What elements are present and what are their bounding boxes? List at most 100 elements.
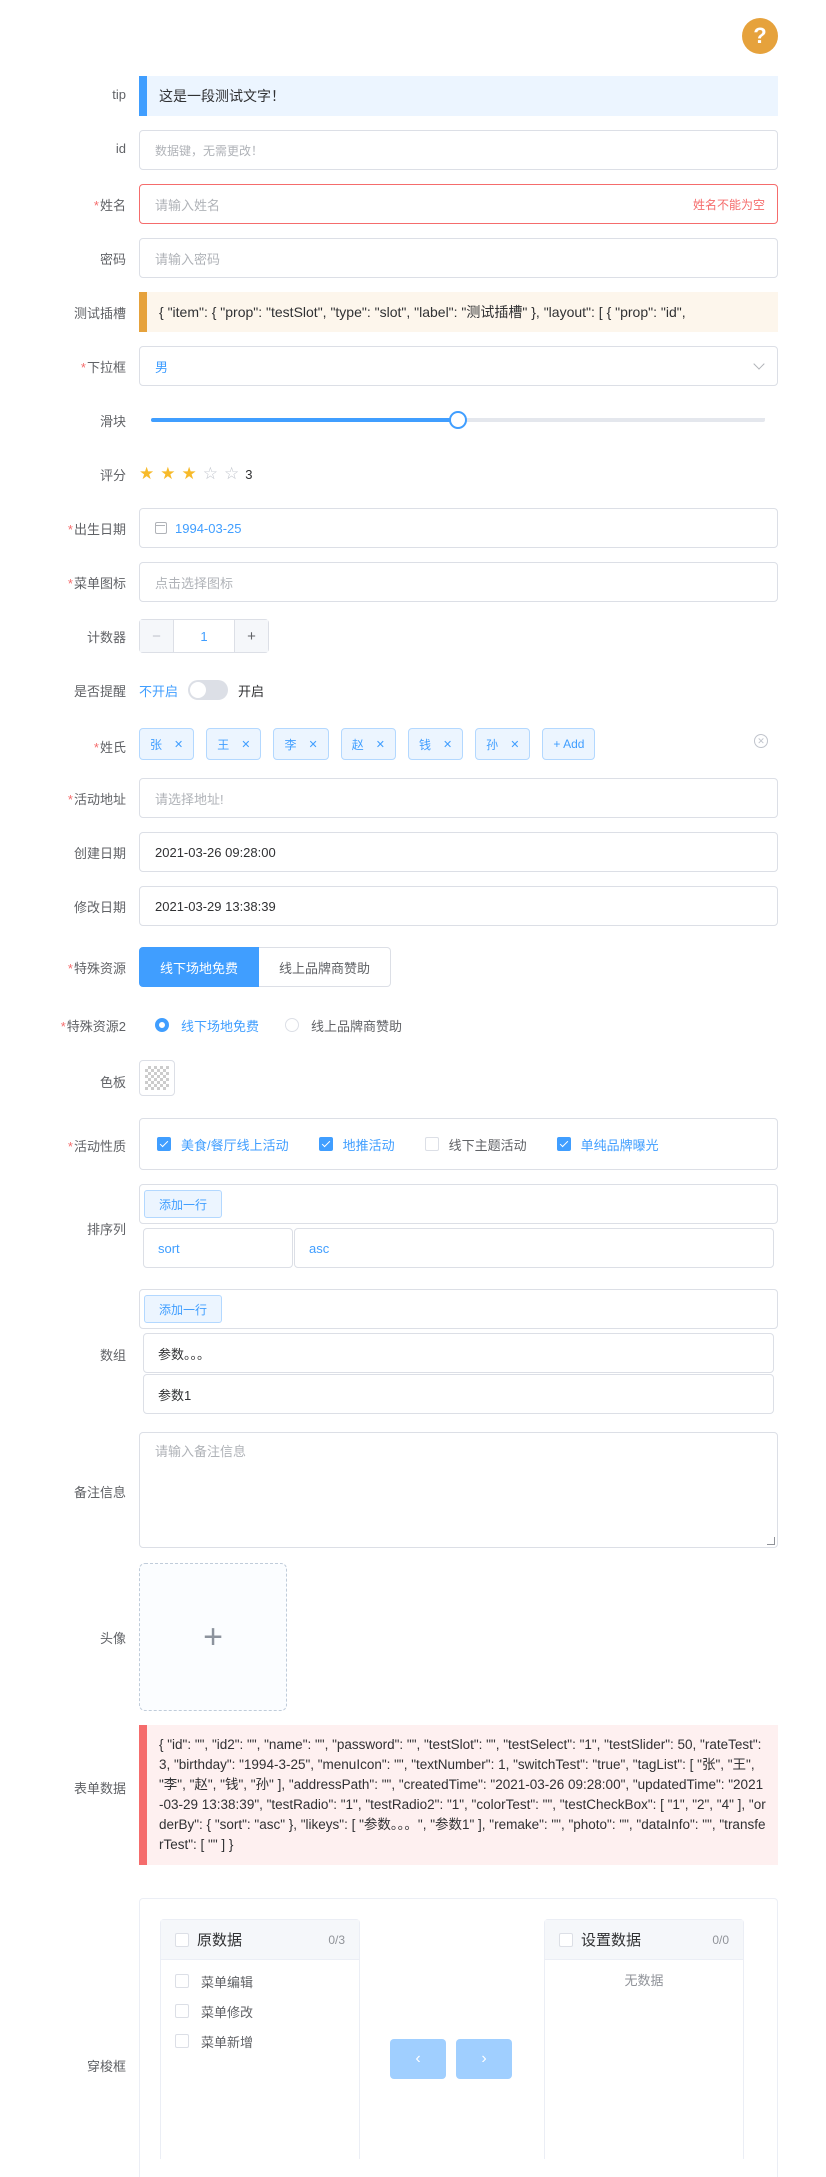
tag-list: 张 ✕ 王 ✕ 李 ✕ 赵 ✕ 钱 ✕ 孙 ✕ + Add ✕ xyxy=(139,724,778,764)
clear-icon[interactable]: ✕ xyxy=(754,734,768,748)
name-label: *姓名 xyxy=(93,198,126,213)
form-item-address: *活动地址 请选择地址! xyxy=(0,778,826,818)
tag-close-icon[interactable]: ✕ xyxy=(174,738,183,751)
star-icon[interactable]: ★ xyxy=(182,464,197,484)
add-tag-button[interactable]: + Add xyxy=(542,728,596,760)
color-picker[interactable] xyxy=(139,1060,175,1096)
star-icon[interactable]: ☆ xyxy=(203,464,218,484)
radio-button-offline[interactable]: 线下场地免费 xyxy=(139,947,260,987)
menu-icon-label: *菜单图标 xyxy=(67,576,126,591)
likeys-add-row-button[interactable]: 添加一行 xyxy=(144,1295,223,1323)
likeys-item-input[interactable]: 参数。。。 xyxy=(143,1333,774,1373)
tag-item: 李 ✕ xyxy=(273,728,329,760)
switch-on-text[interactable]: 开启 xyxy=(238,681,264,700)
switch-label: 是否提醒 xyxy=(73,684,126,699)
checkbox-group: 美食/餐厅线上活动 地推活动 线下主题活动 单纯品牌曝光 xyxy=(139,1118,778,1170)
form-item-rate: 评分 ★ ★ ★ ☆ ☆ 3 xyxy=(0,454,826,494)
counter-value[interactable]: 1 xyxy=(174,620,234,652)
transfer-to-left-button[interactable]: ‹ xyxy=(390,2039,446,2079)
test-slot-box: { "item": { "prop": "testSlot", "type": … xyxy=(139,292,778,332)
order-editor: 添加一行 sort asc xyxy=(139,1184,778,1270)
password-input[interactable]: 请输入密码 xyxy=(139,238,778,278)
resize-handle-icon[interactable] xyxy=(767,1537,775,1545)
increase-button[interactable]: + xyxy=(234,620,268,652)
transfer-source-item[interactable]: 菜单编辑 xyxy=(161,1966,359,1996)
transfer-source-item[interactable]: 菜单新增 xyxy=(161,2026,359,2056)
form-item-radio2: *特殊资源2 线下场地免费 线上品牌商赞助 xyxy=(0,1005,826,1045)
color-label: 色板 xyxy=(99,1075,126,1090)
menu-icon-input[interactable]: 点击选择图标 xyxy=(139,562,778,602)
checkbox-ground[interactable]: 地推活动 xyxy=(318,1135,395,1154)
slider[interactable] xyxy=(139,400,778,440)
slider-label: 滑块 xyxy=(99,414,126,429)
radio2-online[interactable]: 线上品牌商赞助 xyxy=(285,1016,402,1035)
form-item-test-slot: 测试插槽 { "item": { "prop": "testSlot", "ty… xyxy=(0,292,826,332)
counter-wrap: − 1 + xyxy=(139,616,778,656)
likeys-toolbar: 添加一行 xyxy=(139,1289,778,1329)
tags-label: *姓氏 xyxy=(93,740,126,755)
checkbox-brand[interactable]: 单纯品牌曝光 xyxy=(556,1135,659,1154)
likeys-item-input[interactable]: 参数1 xyxy=(143,1374,774,1414)
item-checkbox[interactable] xyxy=(175,2034,189,2048)
updated-input[interactable]: 2021-03-29 13:38:39 xyxy=(139,886,778,926)
star-icon[interactable]: ★ xyxy=(160,464,175,484)
radio-button-group: 线下场地免费 线上品牌商赞助 xyxy=(139,947,778,987)
tag-text: 钱 xyxy=(418,737,431,752)
tag-text: 李 xyxy=(284,737,297,752)
switch-toggle[interactable] xyxy=(188,680,229,700)
counter-label: 计数器 xyxy=(86,630,126,645)
radio-button-online[interactable]: 线上品牌商赞助 xyxy=(259,947,392,987)
target-select-all-checkbox[interactable] xyxy=(559,1932,573,1947)
avatar-upload-button[interactable]: + xyxy=(139,1563,287,1711)
slider-dotted-track xyxy=(467,418,765,422)
switch-off-text[interactable]: 不开启 xyxy=(139,681,178,700)
transfer: 原数据 0/3 菜单编辑 菜单修改 菜单新增 ‹ › 设置数据 0/0 无数据 xyxy=(139,1898,778,2177)
decrease-button[interactable]: − xyxy=(140,620,174,652)
remark-textarea[interactable]: 请输入备注信息 xyxy=(139,1432,778,1548)
form-item-transfer: 穿梭框 原数据 0/3 菜单编辑 菜单修改 菜单新增 ‹ › 设置数据 0/0 无数… xyxy=(0,1898,826,2177)
star-icon[interactable]: ★ xyxy=(139,464,154,484)
order-key-input[interactable]: sort xyxy=(143,1228,293,1268)
radio2-offline[interactable]: 线下场地免费 xyxy=(155,1016,259,1035)
item-checkbox[interactable] xyxy=(175,1974,189,1988)
form-item-form-data: 表单数据 { "id": "", "id2": "", "name": "", … xyxy=(0,1725,826,1865)
order-label: 排序列 xyxy=(86,1222,126,1237)
tag-close-icon[interactable]: ✕ xyxy=(308,738,317,751)
rate-stars[interactable]: ★ ★ ★ ☆ ☆ xyxy=(139,464,245,484)
item-checkbox[interactable] xyxy=(175,2004,189,2018)
name-input[interactable]: 请输入姓名 姓名不能为空 xyxy=(139,184,778,224)
rate[interactable]: ★ ★ ★ ☆ ☆ 3 xyxy=(139,454,778,494)
rate-label: 评分 xyxy=(99,468,126,483)
tag-close-icon[interactable]: ✕ xyxy=(376,738,385,751)
tag-close-icon[interactable]: ✕ xyxy=(241,738,250,751)
updated-value: 2021-03-29 13:38:39 xyxy=(155,898,276,914)
order-value-input[interactable]: asc xyxy=(294,1228,774,1268)
test-slot-label: 测试插槽 xyxy=(73,306,126,321)
star-icon[interactable]: ☆ xyxy=(224,464,239,484)
created-label: 创建日期 xyxy=(73,846,126,861)
number-counter[interactable]: − 1 + xyxy=(139,619,269,653)
tag-item: 张 ✕ xyxy=(139,728,195,760)
tag-item: 钱 ✕ xyxy=(407,728,464,760)
checkbox-food[interactable]: 美食/餐厅线上活动 xyxy=(157,1135,289,1154)
tag-item: 孙 ✕ xyxy=(475,728,531,760)
address-cascader[interactable]: 请选择地址! xyxy=(139,778,778,818)
checkbox-offline-theme[interactable]: 线下主题活动 xyxy=(424,1135,527,1154)
transfer-source-item[interactable]: 菜单修改 xyxy=(161,1996,359,2026)
id-input[interactable]: 数据键，无需更改！ xyxy=(139,130,778,170)
source-select-all-checkbox[interactable] xyxy=(175,1932,189,1947)
tag-close-icon[interactable]: ✕ xyxy=(510,738,519,751)
remind-switch[interactable]: 不开启 开启 xyxy=(139,670,778,710)
birthday-date-picker[interactable]: 1994-03-25 xyxy=(139,508,778,548)
form-item-updated: 修改日期 2021-03-29 13:38:39 xyxy=(0,886,826,926)
slider-handle[interactable] xyxy=(449,411,467,429)
transfer-to-right-button[interactable]: › xyxy=(456,2039,512,2079)
order-add-row-button[interactable]: 添加一行 xyxy=(144,1190,223,1218)
tag-close-icon[interactable]: ✕ xyxy=(443,738,452,751)
created-input[interactable]: 2021-03-26 09:28:00 xyxy=(139,832,778,872)
tag-item: 王 ✕ xyxy=(206,728,262,760)
tip-label: tip xyxy=(112,87,126,102)
help-question-icon[interactable]: ? xyxy=(742,18,778,54)
gender-select[interactable]: 男 xyxy=(139,346,778,386)
form-item-password: 密码 请输入密码 xyxy=(0,238,826,278)
